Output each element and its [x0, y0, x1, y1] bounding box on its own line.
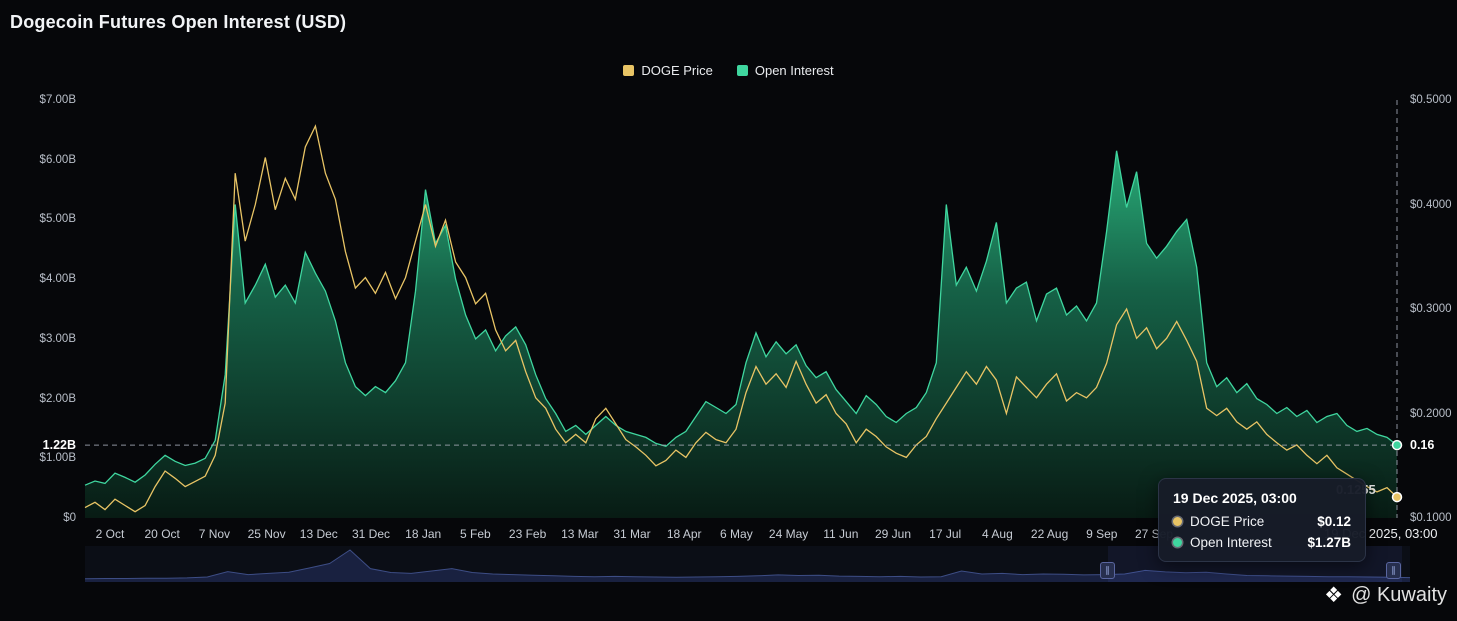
- navigator-handle-left[interactable]: ∥: [1100, 562, 1115, 579]
- x-axis-tick: 31 Mar: [613, 527, 651, 541]
- legend-item-open-interest[interactable]: Open Interest: [736, 63, 834, 78]
- watermark: ❖ @ Kuwaity: [1324, 584, 1447, 607]
- y-axis-right-tick: $0.3000: [1410, 303, 1452, 315]
- x-axis-tick: 23 Feb: [508, 527, 547, 541]
- y-axis-left-tick: $0: [63, 512, 76, 524]
- legend: DOGE Price Open Interest: [0, 63, 1457, 78]
- x-axis-tick: 20 Oct: [144, 527, 180, 541]
- doge-price-dot-icon: [1173, 517, 1182, 526]
- tooltip-value-doge-price: $0.12: [1317, 514, 1351, 529]
- tooltip-row-doge-price: DOGE Price $0.12: [1173, 514, 1351, 529]
- legend-item-doge-price[interactable]: DOGE Price: [623, 63, 713, 78]
- x-axis-tick: 9 Sep: [1086, 527, 1118, 541]
- y-axis-right-tick: $0.5000: [1410, 94, 1452, 106]
- x-axis-tick: 18 Jan: [405, 527, 442, 541]
- navigator-handle-right[interactable]: ∥: [1386, 562, 1401, 579]
- y-axis-left-tick: $6.00B: [39, 153, 76, 166]
- oi-current-value-right-label: 0.16: [1410, 438, 1435, 453]
- x-axis-tick: 2 Oct: [95, 527, 125, 541]
- x-axis-tick: 6 May: [720, 527, 753, 541]
- x-axis-tick: 31 Dec: [351, 527, 391, 541]
- y-axis-left-tick: $5.00B: [39, 213, 76, 226]
- y-axis-left-tick: $7.00B: [39, 94, 76, 106]
- x-axis-tick: 5 Feb: [460, 527, 491, 541]
- x-axis-tick: 11 Jun: [823, 527, 859, 541]
- kuwaity-logo-icon: ❖: [1324, 584, 1344, 607]
- legend-label-doge-price: DOGE Price: [641, 63, 713, 78]
- y-axis-right-tick: $0.1000: [1410, 512, 1452, 524]
- tooltip-title: 19 Dec 2025, 03:00: [1173, 490, 1297, 506]
- x-axis-tick: 13 Dec: [299, 527, 338, 541]
- x-axis-tick: 24 May: [768, 527, 809, 541]
- legend-label-open-interest: Open Interest: [754, 63, 834, 78]
- x-axis-tick: 29 Jun: [874, 527, 912, 541]
- y-axis-right-tick: $0.2000: [1410, 407, 1452, 420]
- x-axis-tick: 22 Aug: [1030, 527, 1069, 541]
- x-axis-tick: 4 Aug: [982, 527, 1013, 541]
- tooltip-label-doge-price: DOGE Price: [1190, 514, 1265, 529]
- doge-price-swatch-icon: [623, 65, 635, 76]
- oi-current-value-left-label: 1.22B: [42, 438, 76, 453]
- watermark-text: @ Kuwaity: [1351, 584, 1447, 606]
- y-axis-right-tick: $0.4000: [1410, 198, 1452, 211]
- tooltip-label-open-interest: Open Interest: [1190, 535, 1272, 550]
- y-axis-left-tick: $1.00B: [39, 452, 76, 465]
- y-axis-left-tick: $4.00B: [39, 273, 76, 286]
- x-axis-tick: 13 Mar: [561, 527, 599, 541]
- tooltip-value-open-interest: $1.27B: [1307, 535, 1351, 550]
- tooltip: 19 Dec 2025, 03:00 DOGE Price $0.12 Open…: [1158, 478, 1366, 562]
- open-interest-swatch-icon: [736, 65, 748, 76]
- y-axis-left-tick: $3.00B: [39, 332, 76, 345]
- tooltip-row-open-interest: Open Interest $1.27B: [1173, 535, 1351, 550]
- chart-app: Dogecoin Futures Open Interest (USD) DOG…: [0, 0, 1457, 621]
- x-axis-tick: 18 Apr: [666, 527, 702, 541]
- x-axis-tick: 25 Nov: [247, 527, 286, 541]
- open-interest-dot-icon: [1173, 538, 1182, 547]
- y-axis-left-tick: $2.00B: [39, 392, 76, 405]
- x-axis-tick: 17 Jul: [929, 527, 962, 541]
- x-axis-tick: 7 Nov: [198, 527, 231, 541]
